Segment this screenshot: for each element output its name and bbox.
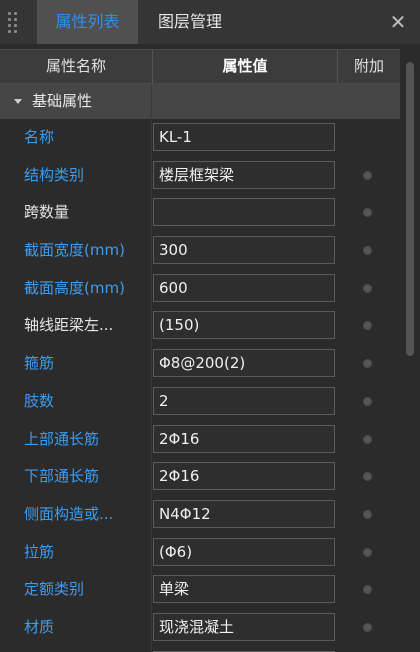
property-row: 名称 KL-1 [0,119,400,157]
property-row: 拉筋 (Φ6) [0,534,400,572]
property-row: 结构类别 楼层框架梁 [0,157,400,195]
attach-dot-icon[interactable] [363,622,372,632]
property-name: 箍筋 [24,354,55,373]
property-value-field[interactable] [153,198,335,227]
property-row: 上部通长筋 2Φ16 [0,421,400,459]
property-value-field[interactable]: (150) [153,311,335,340]
property-name [24,647,150,652]
close-icon[interactable]: ✕ [386,8,410,36]
property-value-field[interactable]: 楼层框架梁 [153,160,335,189]
section-label: 基础属性 [32,92,93,110]
attach-dot-icon[interactable] [363,509,372,519]
column-header-value: 属性值 [153,50,338,83]
column-header-name: 属性名称 [0,50,153,83]
property-row: 下部通长筋 2Φ16 [0,458,400,496]
property-value-field[interactable]: 2Φ16 [153,462,335,491]
property-value-field[interactable]: Φ8@200(2) [153,349,335,378]
property-value-field[interactable]: 现浇混凝土 [153,612,335,641]
property-row: 侧面构造或... N4Φ12 [0,496,400,534]
property-value-field[interactable]: 单梁 [153,575,335,604]
property-rows: 名称 KL-1 结构类别 楼层框架梁跨数量截面宽度(mm) 300 截面高度(mm) 600… [0,119,400,652]
property-name: 结构类别 [24,165,85,184]
property-value-field[interactable]: 600 [153,273,335,302]
property-value-field[interactable]: N4Φ12 [153,499,335,528]
attach-dot-icon[interactable] [363,434,372,444]
property-name: 上部通长筋 [24,429,100,448]
section-basic-properties[interactable]: 基础属性 [0,84,400,119]
property-name: 轴线距梁左... [24,316,114,335]
attach-dot-icon[interactable] [363,283,372,293]
property-name: 截面高度(mm) [24,278,125,297]
property-value-field[interactable]: 2 [153,386,335,415]
property-row: 箍筋 Φ8@200(2) [0,345,400,383]
property-row: 肢数 2 [0,383,400,421]
attach-dot-icon[interactable] [363,472,372,482]
property-name: 跨数量 [24,203,70,222]
property-row: 跨数量 [0,194,400,232]
drag-handle-icon[interactable] [8,12,20,33]
column-header-extra: 附加 [353,57,384,75]
property-row [0,647,400,652]
property-row: 截面宽度(mm) 300 [0,232,400,270]
attach-dot-icon[interactable] [363,170,372,180]
property-value-field[interactable]: KL-1 [153,123,335,151]
property-name: 侧面构造或... [24,504,114,523]
property-name: 材质 [24,617,55,636]
tab-layer-management[interactable]: 图层管理 [140,0,240,44]
tab-property-list[interactable]: 属性列表 [37,0,138,44]
property-value-field[interactable]: (Φ6) [153,537,335,566]
property-name: 截面宽度(mm) [24,241,125,260]
property-name: 定额类别 [24,580,85,599]
property-value-field[interactable]: 300 [153,236,335,265]
attach-dot-icon[interactable] [363,585,372,595]
property-row: 材质 现浇混凝土 [0,609,400,647]
property-name: 肢数 [24,391,55,410]
property-row: 轴线距梁左... (150) [0,307,400,345]
attach-dot-icon[interactable] [363,208,372,218]
property-row: 截面高度(mm) 600 [0,270,400,308]
property-table-header: 属性名称 属性值 附加 [0,49,400,84]
property-value-field[interactable]: 2Φ16 [153,424,335,453]
property-name: 名称 [24,128,55,146]
attach-dot-icon[interactable] [363,396,372,406]
attach-dot-icon[interactable] [363,321,372,331]
attach-dot-icon[interactable] [363,547,372,557]
property-name: 下部通长筋 [24,467,100,486]
attach-dot-icon[interactable] [363,359,372,369]
panel-tab-bar: 属性列表 图层管理 ✕ [0,0,420,44]
property-name: 拉筋 [24,542,55,561]
collapse-triangle-icon[interactable] [14,99,22,104]
property-row: 定额类别 单梁 [0,571,400,609]
attach-dot-icon[interactable] [363,246,372,256]
scrollbar-thumb[interactable] [406,62,414,356]
